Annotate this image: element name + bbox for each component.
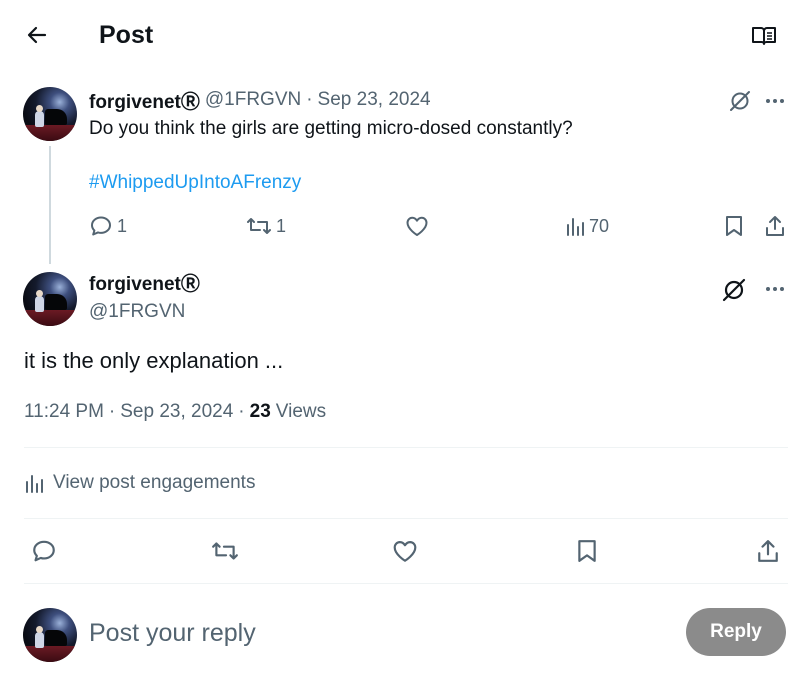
grok-icon — [722, 278, 746, 302]
author-handle[interactable]: @1FRGVN — [205, 89, 301, 111]
share-button[interactable] — [752, 535, 784, 567]
reply-button[interactable] — [28, 535, 60, 567]
repost-action[interactable]: 1 — [246, 213, 286, 239]
grok-icon — [730, 91, 750, 111]
repost-icon — [247, 218, 271, 234]
reply-input[interactable] — [89, 613, 649, 653]
share-icon — [758, 540, 778, 562]
book-open-icon — [752, 27, 776, 45]
divider — [24, 583, 788, 584]
share-button[interactable] — [762, 213, 788, 239]
page-title: Post — [99, 21, 154, 49]
share-icon — [766, 216, 784, 236]
heart-icon — [393, 541, 417, 562]
bookmark-icon — [578, 540, 596, 562]
view-engagements-link[interactable]: View post engagements — [24, 469, 255, 497]
post-date[interactable]: Sep 23, 2024 — [318, 89, 431, 111]
arrow-left-icon — [27, 26, 47, 44]
hashtag-link[interactable]: #WhippedUpIntoAFrenzy — [89, 171, 301, 195]
author-name[interactable]: forgivenetⓇ — [89, 87, 200, 114]
analytics-icon — [26, 475, 43, 493]
bookmark-icon — [726, 216, 742, 236]
more-options-button[interactable] — [762, 276, 788, 302]
author-handle[interactable]: @1FRGVN — [89, 300, 185, 324]
avatar[interactable] — [23, 87, 77, 141]
post-time[interactable]: 11:24 PM — [24, 401, 104, 423]
post-text: Do you think the girls are getting micro… — [89, 118, 573, 139]
reply-button[interactable]: Reply — [686, 608, 786, 656]
reply-icon — [33, 540, 55, 562]
post-meta: 11:24 PM · Sep 23, 2024 · 23 Views — [24, 400, 326, 424]
avatar — [23, 608, 77, 662]
bookmark-button[interactable] — [721, 213, 747, 239]
separator: · — [238, 401, 245, 422]
thread-line — [49, 146, 51, 264]
repost-icon — [212, 542, 238, 560]
back-button[interactable] — [18, 16, 56, 54]
grok-button[interactable] — [727, 88, 753, 114]
more-horizontal-icon — [766, 99, 784, 103]
separator: · — [306, 89, 313, 110]
bookmark-button[interactable] — [571, 535, 603, 567]
reply-count: 1 — [117, 215, 128, 236]
reply-action[interactable]: 1 — [89, 213, 127, 239]
heart-icon — [406, 216, 428, 236]
like-action[interactable] — [405, 213, 429, 239]
more-horizontal-icon — [766, 287, 784, 291]
separator: · — [108, 401, 116, 422]
reply-icon — [91, 216, 111, 236]
repost-count: 1 — [276, 215, 287, 236]
author-name[interactable]: forgivenetⓇ — [89, 273, 200, 297]
analytics-icon — [567, 218, 584, 236]
more-options-button[interactable] — [762, 88, 788, 114]
engagements-label: View post engagements — [53, 472, 256, 493]
views-action[interactable]: 70 — [565, 213, 609, 239]
avatar[interactable] — [23, 272, 77, 326]
divider — [24, 447, 788, 448]
views-count: 23 — [249, 401, 271, 422]
views-count: 70 — [589, 215, 610, 236]
post-text: it is the only explanation ... — [24, 348, 284, 373]
post-date[interactable]: Sep 23, 2024 — [120, 401, 233, 423]
repost-button[interactable] — [208, 535, 242, 567]
divider — [24, 518, 788, 519]
like-button[interactable] — [389, 535, 421, 567]
grok-button[interactable] — [720, 276, 748, 304]
post-header: forgivenetⓇ @1FRGVN · Sep 23, 2024 — [89, 87, 431, 114]
reader-mode-button[interactable] — [745, 18, 783, 54]
views-label: Views — [275, 401, 327, 422]
